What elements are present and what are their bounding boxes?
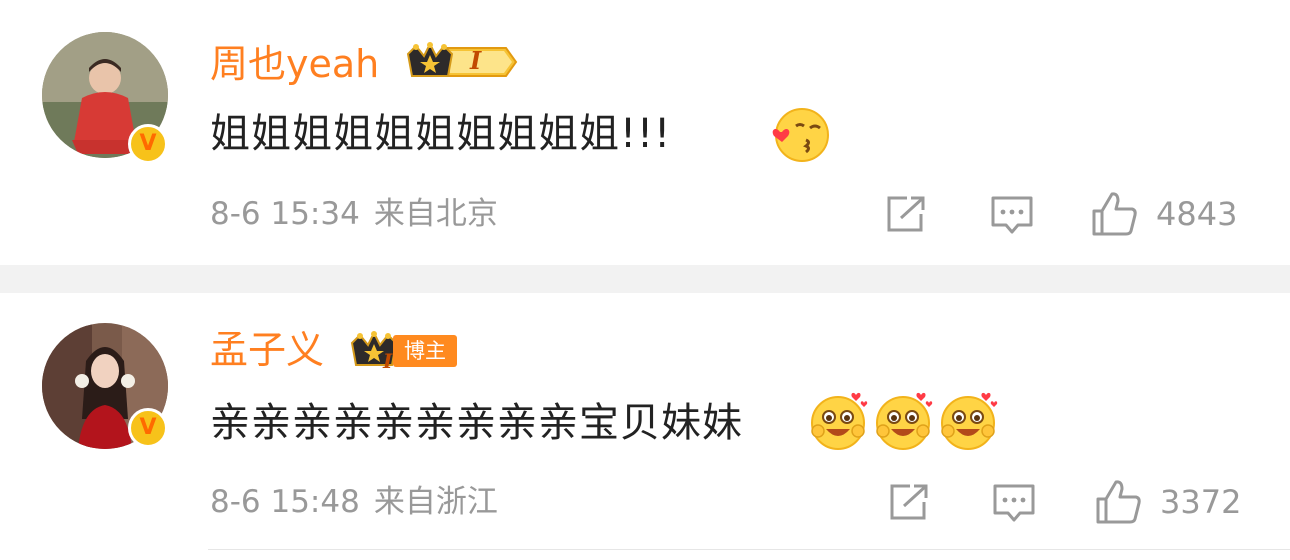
verified-icon: V (128, 124, 168, 164)
love-emoji-icon (938, 391, 1000, 455)
divider (208, 549, 1290, 550)
username[interactable]: 周也yeah (210, 42, 379, 86)
like-button[interactable]: 4843 (1090, 191, 1237, 237)
comment-text: 姐姐姐姐姐姐姐姐姐姐!!! (210, 111, 672, 157)
comment-text: 亲亲亲亲亲亲亲亲亲宝贝妹妹 (210, 400, 743, 446)
love-emoji-icon (873, 391, 935, 455)
level-label: I (383, 349, 393, 373)
share-button[interactable] (888, 482, 930, 522)
comment-location: 来自北京 (373, 196, 498, 232)
love-emoji-icon (808, 391, 870, 455)
verified-icon: V (128, 408, 168, 448)
like-count: 3372 (1160, 483, 1242, 521)
comment-icon (993, 484, 1035, 522)
username[interactable]: 孟子义 (210, 328, 324, 372)
share-icon (890, 484, 928, 520)
share-button[interactable] (885, 194, 927, 234)
like-button[interactable]: 3372 (1094, 479, 1241, 525)
blogger-tag: 博主 (393, 335, 457, 367)
comment-icon (991, 196, 1033, 234)
like-count: 4843 (1156, 195, 1238, 233)
comment-time: 8-6 15:34 (210, 196, 360, 232)
comment-button[interactable] (992, 483, 1036, 523)
crown-icon[interactable] (402, 41, 518, 86)
share-icon (887, 196, 925, 232)
comment-location: 来自浙江 (373, 484, 498, 520)
comment-button[interactable] (990, 195, 1034, 235)
like-icon (1092, 192, 1137, 236)
comment-separator (0, 265, 1290, 293)
comment-meta: 8-6 15:48 来自浙江 (210, 482, 498, 522)
comment-time: 8-6 15:48 (210, 484, 360, 520)
like-icon (1096, 480, 1141, 524)
level-label: I (470, 46, 482, 75)
comment-item: V 周也yeah I 姐姐姐姐姐姐姐姐姐姐!!! 8-6 15:34 来自北京 (0, 0, 1290, 265)
comment-item: V 孟子义 I 博主 亲亲亲亲亲亲亲亲亲宝贝妹妹 8-6 15:48 来自浙江 … (0, 293, 1290, 560)
kiss-emoji-icon (770, 106, 830, 168)
comment-meta: 8-6 15:34 来自北京 (210, 194, 498, 234)
